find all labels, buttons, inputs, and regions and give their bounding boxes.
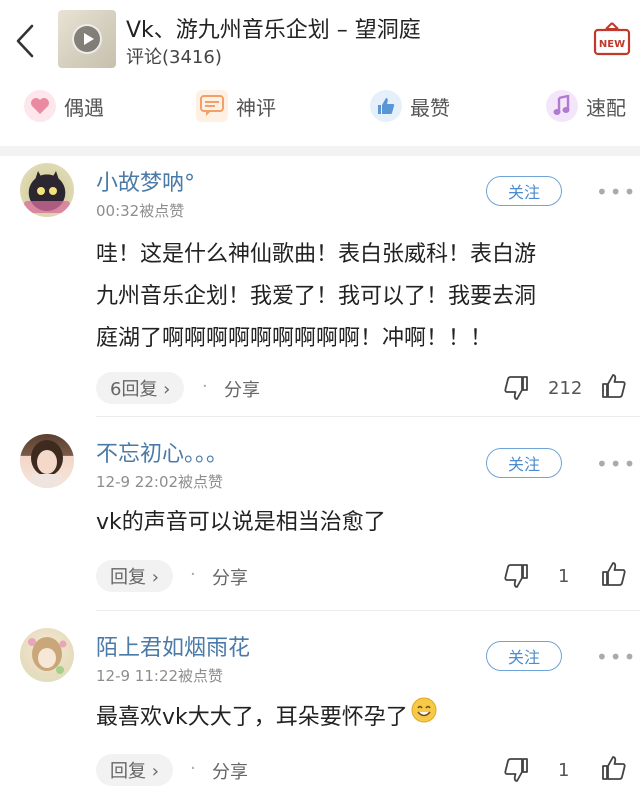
separator-dot: ·: [190, 564, 196, 585]
play-icon: [72, 24, 102, 54]
cat-avatar-icon: [24, 171, 70, 213]
tab-most-liked[interactable]: 最赞: [370, 86, 450, 126]
like-count: 212: [548, 378, 583, 399]
comment-text: vk的声音可以说是相当治愈了: [96, 510, 386, 535]
more-options-icon[interactable]: •••: [596, 645, 637, 669]
comment-divider: [96, 416, 640, 417]
share-button[interactable]: 分享: [212, 564, 248, 590]
replies-button[interactable]: 6回复 ›: [96, 372, 185, 404]
more-options-icon[interactable]: •••: [596, 180, 637, 204]
follow-button[interactable]: 关注: [486, 641, 562, 671]
chevron-left-icon: [16, 24, 34, 58]
tab-encounter[interactable]: 偶遇: [24, 86, 104, 126]
comment-count: 评论(3416): [126, 47, 222, 68]
svg-text:NEW: NEW: [599, 39, 625, 50]
share-button[interactable]: 分享: [224, 376, 260, 402]
more-options-icon[interactable]: •••: [596, 452, 637, 476]
separator-dot: ·: [190, 758, 196, 779]
username[interactable]: 小故梦呐°: [96, 165, 195, 197]
like-icon[interactable]: [600, 754, 628, 786]
share-button[interactable]: 分享: [212, 758, 248, 784]
like-count: 1: [558, 566, 570, 587]
follow-button[interactable]: 关注: [486, 176, 562, 206]
tab-top-comments[interactable]: 神评: [196, 86, 276, 126]
dislike-icon[interactable]: [502, 562, 530, 594]
separator-dot: ·: [202, 376, 208, 397]
avatar[interactable]: [20, 434, 74, 488]
avatar[interactable]: [20, 628, 74, 682]
comment-text: 最喜欢vk大大了，耳朵要怀孕了: [96, 696, 636, 739]
thumbs-up-icon: [370, 90, 402, 122]
dislike-icon[interactable]: [502, 374, 530, 406]
like-icon[interactable]: [600, 560, 628, 592]
heart-icon: [24, 90, 56, 122]
smile-emoji-icon: [410, 696, 438, 739]
music-note-icon: [546, 90, 578, 122]
back-button[interactable]: [12, 22, 42, 60]
section-divider: [0, 146, 640, 156]
replies-button[interactable]: 回复 ›: [96, 560, 173, 592]
replies-button[interactable]: 回复 ›: [96, 754, 173, 786]
girl-avatar-icon: [31, 440, 63, 488]
dislike-icon[interactable]: [502, 756, 530, 788]
page-title: Vk、游九州音乐企划 – 望洞庭: [126, 18, 421, 43]
comment-time: 00:32被点赞: [96, 202, 185, 220]
username[interactable]: 陌上君如烟雨花: [96, 630, 250, 662]
new-comments-button[interactable]: NEW: [592, 20, 632, 60]
tab-match[interactable]: 速配: [546, 86, 626, 126]
new-badge-icon: NEW: [593, 22, 631, 56]
comment-divider: [96, 610, 640, 611]
anime-avatar-icon: [28, 637, 67, 674]
chat-icon: [196, 90, 228, 122]
song-cover[interactable]: [58, 10, 116, 68]
follow-button[interactable]: 关注: [486, 448, 562, 478]
comment-time: 12-9 11:22被点赞: [96, 667, 224, 685]
like-icon[interactable]: [600, 372, 628, 404]
like-count: 1: [558, 760, 570, 781]
avatar[interactable]: [20, 163, 74, 217]
comment-text: 哇！这是什么神仙歌曲！表白张威科！表白游 九州音乐企划！我爱了！我可以了！我要去…: [96, 242, 537, 351]
comment-time: 12-9 22:02被点赞: [96, 473, 224, 491]
username[interactable]: 不忘初心。。。: [96, 436, 228, 468]
